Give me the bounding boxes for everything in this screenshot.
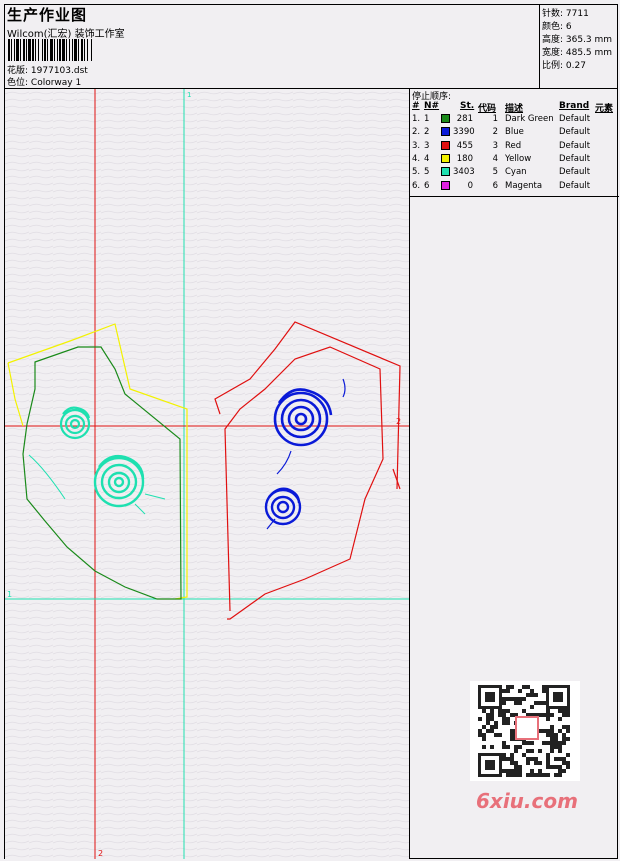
barcode: [8, 39, 148, 61]
design-width: 宽度: 485.5 mm: [542, 48, 613, 58]
design-scale: 比例: 0.27: [542, 61, 586, 71]
col-header-stitches: St.: [460, 101, 475, 111]
row-index: 2.: [412, 127, 421, 138]
company-name: Wilcom(汇宏) 装饰工作室: [7, 29, 125, 40]
stats-panel: 针数: 7711 颜色: 6 高度: 365.3 mm 宽度: 485.5 mm…: [539, 4, 619, 88]
color-swatch: [441, 127, 450, 137]
left-guide-marker: 1: [7, 590, 12, 599]
page-title: 生产作业图: [7, 6, 88, 24]
row-stitches: 3403: [453, 167, 475, 178]
row-stitches: 3390: [453, 127, 475, 138]
color-swatch: [441, 114, 450, 123]
row-needle: 6: [424, 180, 430, 191]
color-swatch: [441, 153, 450, 163]
row-code: 5: [492, 167, 498, 178]
top-guide-marker: 1: [187, 91, 191, 99]
color-count: 颜色: 6: [542, 22, 572, 32]
color-swatch: [441, 167, 450, 177]
design-canvas: 1 2 1 2: [5, 89, 409, 859]
design-height: 高度: 365.3 mm: [542, 35, 613, 45]
col-header-element: 元素: [595, 104, 614, 114]
row-brand: Default: [559, 114, 591, 124]
table-row[interactable]: 1. 1 281 1 Dark Green Default: [410, 114, 619, 127]
row-brand: Default: [559, 140, 591, 151]
row-desc: Blue: [505, 127, 524, 138]
row-desc: Red: [505, 140, 522, 151]
row-code: 3: [492, 140, 498, 151]
row-needle: 5: [424, 167, 430, 178]
row-code: 4: [492, 153, 498, 164]
stop-sequence-table: 停止顺序: # N# St. 代码 描述 Brand 元素 1. 1 281 1 Dar…: [410, 89, 619, 197]
col-header-n: N#: [424, 101, 440, 111]
row-desc: Magenta: [505, 180, 543, 191]
row-index: 6.: [412, 180, 421, 191]
colorway-name: Colorway 1: [30, 78, 82, 88]
table-row[interactable]: 5. 5 3403 5 Cyan Default: [410, 167, 619, 180]
row-stitches: 455: [456, 140, 473, 151]
row-stitches: 180: [456, 153, 473, 164]
color-swatch: [441, 180, 450, 190]
table-row[interactable]: 6. 6 0 6 Magenta Default: [410, 180, 619, 194]
watermark-logo: 6xiu.com: [476, 789, 578, 813]
row-stitches: 281: [456, 114, 473, 124]
embroidery-preview: 1 2 1 2: [5, 89, 409, 859]
row-desc: Dark Green: [505, 114, 554, 124]
table-row[interactable]: 4. 4 180 4 Yellow Default: [410, 153, 619, 167]
col-header-brand: Brand: [559, 101, 590, 111]
row-code: 2: [492, 127, 498, 138]
row-needle: 4: [424, 153, 430, 164]
row-needle: 3: [424, 140, 430, 151]
table-row[interactable]: 2. 2 3390 2 Blue Default: [410, 127, 619, 140]
row-index: 5.: [412, 167, 421, 178]
colorway-label: 色位:: [7, 78, 29, 88]
table-row[interactable]: 3. 3 455 3 Red Default: [410, 140, 619, 154]
row-brand: Default: [559, 180, 591, 191]
row-code: 1: [492, 114, 498, 124]
row-code: 6: [492, 180, 498, 191]
col-header-num: #: [412, 101, 420, 111]
colorway-line: 色位: Colorway 1: [7, 75, 81, 88]
row-index: 1.: [412, 114, 421, 124]
header: 生产作业图 Wilcom(汇宏) 装饰工作室 花版: 1977103.dst 色…: [5, 4, 535, 88]
row-brand: Default: [559, 153, 591, 164]
row-needle: 1: [424, 114, 430, 124]
row-desc: Yellow: [505, 153, 532, 164]
row-brand: Default: [559, 167, 591, 178]
row-brand: Default: [559, 127, 591, 138]
stitch-count: 针数: 7711: [542, 9, 589, 19]
qr-code-icon: [470, 681, 580, 781]
color-swatch: [441, 140, 450, 150]
col-header-desc: 描述: [505, 104, 524, 114]
row-needle: 2: [424, 127, 430, 138]
row-index: 4.: [412, 153, 421, 164]
row-desc: Cyan: [505, 167, 527, 178]
bottom-guide-marker: 2: [98, 849, 103, 858]
col-header-code: 代码: [478, 104, 497, 114]
row-stitches: 0: [467, 180, 473, 191]
row-index: 3.: [412, 140, 421, 151]
